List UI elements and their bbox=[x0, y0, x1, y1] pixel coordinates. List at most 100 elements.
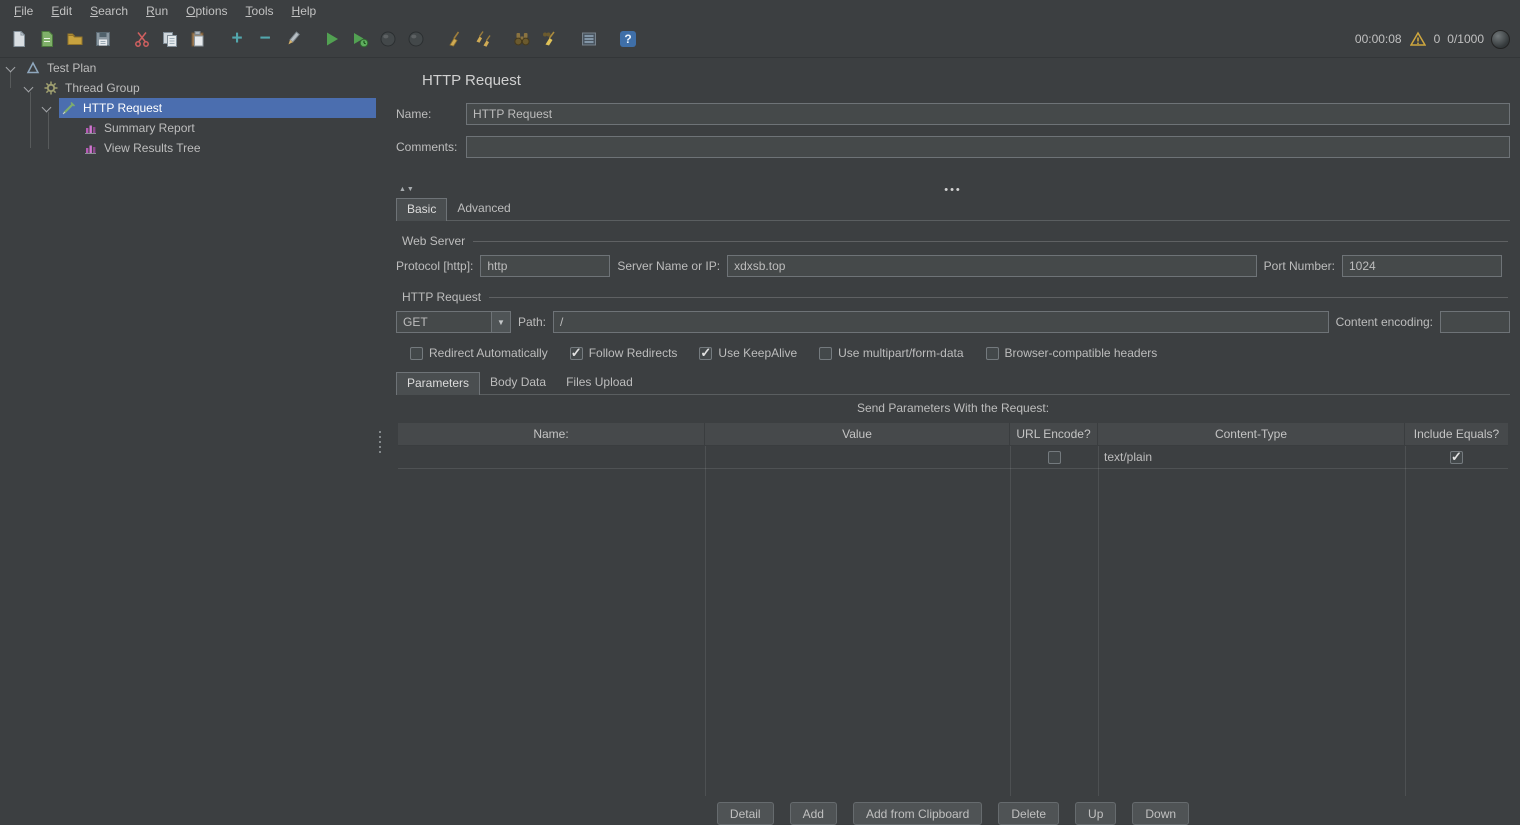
menu-help[interactable]: Help bbox=[283, 1, 326, 21]
table-buttons: Detail Add Add from Clipboard Delete Up … bbox=[396, 802, 1510, 825]
remove-element-icon[interactable]: − bbox=[254, 28, 276, 50]
cell-value[interactable] bbox=[705, 446, 1010, 468]
tab-basic[interactable]: Basic bbox=[396, 198, 447, 221]
checkbox[interactable] bbox=[570, 347, 583, 360]
comments-label: Comments: bbox=[396, 140, 466, 154]
add-from-clipboard-button[interactable]: Add from Clipboard bbox=[853, 802, 982, 825]
tab-files-upload[interactable]: Files Upload bbox=[556, 372, 643, 394]
view-results-tree-icon bbox=[82, 141, 98, 155]
chevron-down-icon[interactable]: ▼ bbox=[491, 312, 510, 332]
checkbox[interactable] bbox=[1450, 451, 1463, 464]
column-header-url-encode: URL Encode? bbox=[1010, 423, 1098, 445]
option-redirect-automatically[interactable]: Redirect Automatically bbox=[410, 346, 548, 360]
up-button[interactable]: Up bbox=[1075, 802, 1116, 825]
warning-icon[interactable] bbox=[1409, 30, 1427, 48]
name-label: Name: bbox=[396, 107, 466, 121]
http-request-icon bbox=[61, 101, 77, 115]
cell-url-encode[interactable] bbox=[1010, 446, 1098, 468]
tree-item-view-results-tree[interactable]: View Results Tree bbox=[0, 138, 376, 158]
tree-item-summary-report[interactable]: Summary Report bbox=[0, 118, 376, 138]
server-input[interactable] bbox=[727, 255, 1257, 277]
copy-icon[interactable] bbox=[159, 28, 181, 50]
cell-include-equals[interactable] bbox=[1405, 446, 1508, 468]
open-icon[interactable] bbox=[64, 28, 86, 50]
port-input[interactable] bbox=[1342, 255, 1502, 277]
option-browser-compatible-headers[interactable]: Browser-compatible headers bbox=[986, 346, 1158, 360]
tree-item-thread-group[interactable]: Thread Group bbox=[0, 78, 376, 98]
menu-options[interactable]: Options bbox=[177, 1, 236, 21]
menu-file[interactable]: File bbox=[5, 1, 42, 21]
start-no-timers-icon[interactable] bbox=[349, 28, 371, 50]
checkbox[interactable] bbox=[819, 347, 832, 360]
path-input[interactable] bbox=[553, 311, 1329, 333]
option-use-keepalive[interactable]: Use KeepAlive bbox=[699, 346, 797, 360]
menu-edit[interactable]: Edit bbox=[42, 1, 81, 21]
clear-all-icon[interactable] bbox=[472, 28, 494, 50]
cell-content-type[interactable]: text/plain bbox=[1098, 446, 1405, 468]
parameter-tabs: Parameters Body Data Files Upload bbox=[396, 372, 1510, 395]
checkbox[interactable] bbox=[1048, 451, 1061, 464]
option-label: Redirect Automatically bbox=[429, 346, 548, 360]
protocol-input[interactable] bbox=[480, 255, 610, 277]
test-plan-icon bbox=[25, 61, 41, 75]
function-helper-icon[interactable] bbox=[578, 28, 600, 50]
start-icon[interactable] bbox=[321, 28, 343, 50]
chevron-down-icon[interactable] bbox=[42, 102, 52, 112]
menu-tools[interactable]: Tools bbox=[237, 1, 283, 21]
tree-splitter[interactable] bbox=[376, 58, 383, 825]
tree-item-http-request[interactable]: HTTP Request bbox=[0, 98, 376, 118]
toolbar: + − ? 00:0 bbox=[0, 21, 1520, 58]
page-title: HTTP Request bbox=[422, 72, 1510, 89]
help-icon[interactable]: ? bbox=[617, 28, 639, 50]
jmeter-window: File Edit Search Run Options Tools Help … bbox=[0, 0, 1520, 825]
chevron-down-icon[interactable] bbox=[6, 62, 16, 72]
tree-item-test-plan[interactable]: Test Plan bbox=[0, 58, 376, 78]
splitter-grip-icon[interactable]: ••• bbox=[396, 184, 1510, 196]
menu-search[interactable]: Search bbox=[81, 1, 137, 21]
menu-run[interactable]: Run bbox=[137, 1, 177, 21]
delete-button[interactable]: Delete bbox=[998, 802, 1059, 825]
web-server-legend: Web Server bbox=[402, 234, 465, 248]
add-element-icon[interactable]: + bbox=[226, 28, 248, 50]
table-row[interactable]: text/plain bbox=[398, 446, 1508, 469]
cut-icon[interactable] bbox=[131, 28, 153, 50]
tab-parameters[interactable]: Parameters bbox=[396, 372, 480, 395]
search-reset-icon[interactable] bbox=[539, 28, 561, 50]
comments-input[interactable] bbox=[466, 136, 1510, 158]
checkbox[interactable] bbox=[699, 347, 712, 360]
splitter-collapse-icons[interactable]: ▲▼ bbox=[399, 186, 415, 193]
option-label: Follow Redirects bbox=[589, 346, 678, 360]
toggle-icon[interactable] bbox=[282, 28, 304, 50]
new-from-template-icon[interactable] bbox=[36, 28, 58, 50]
paste-icon[interactable] bbox=[187, 28, 209, 50]
new-file-icon[interactable] bbox=[8, 28, 30, 50]
column-header-content-type: Content-Type bbox=[1098, 423, 1405, 445]
name-input[interactable] bbox=[466, 103, 1510, 125]
clear-icon[interactable] bbox=[444, 28, 466, 50]
basic-advanced-tabs: Basic Advanced bbox=[396, 198, 1510, 221]
http-request-editor: HTTP Request Name: Comments: ▲▼ ••• Basi… bbox=[383, 58, 1520, 825]
tab-body-data[interactable]: Body Data bbox=[480, 372, 556, 394]
shutdown-icon[interactable] bbox=[405, 28, 427, 50]
status-ball-icon[interactable] bbox=[1491, 30, 1510, 49]
stop-icon[interactable] bbox=[377, 28, 399, 50]
editor-splitter[interactable]: ▲▼ ••• bbox=[396, 183, 1510, 196]
parameters-caption: Send Parameters With the Request: bbox=[396, 401, 1510, 415]
column-header-include-equals: Include Equals? bbox=[1405, 423, 1508, 445]
tab-advanced[interactable]: Advanced bbox=[447, 198, 520, 220]
checkbox[interactable] bbox=[410, 347, 423, 360]
content-encoding-input[interactable] bbox=[1440, 311, 1510, 333]
column-header-name: Name: bbox=[398, 423, 705, 445]
save-icon[interactable] bbox=[92, 28, 114, 50]
cell-name[interactable] bbox=[398, 446, 705, 468]
option-follow-redirects[interactable]: Follow Redirects bbox=[570, 346, 678, 360]
checkbox[interactable] bbox=[986, 347, 999, 360]
option-use-multipart[interactable]: Use multipart/form-data bbox=[819, 346, 963, 360]
method-select[interactable]: GET ▼ bbox=[396, 311, 511, 333]
warning-count: 0 bbox=[1434, 32, 1441, 46]
down-button[interactable]: Down bbox=[1132, 802, 1189, 825]
add-button[interactable]: Add bbox=[790, 802, 837, 825]
chevron-down-icon[interactable] bbox=[24, 82, 34, 92]
search-icon[interactable] bbox=[511, 28, 533, 50]
detail-button[interactable]: Detail bbox=[717, 802, 774, 825]
